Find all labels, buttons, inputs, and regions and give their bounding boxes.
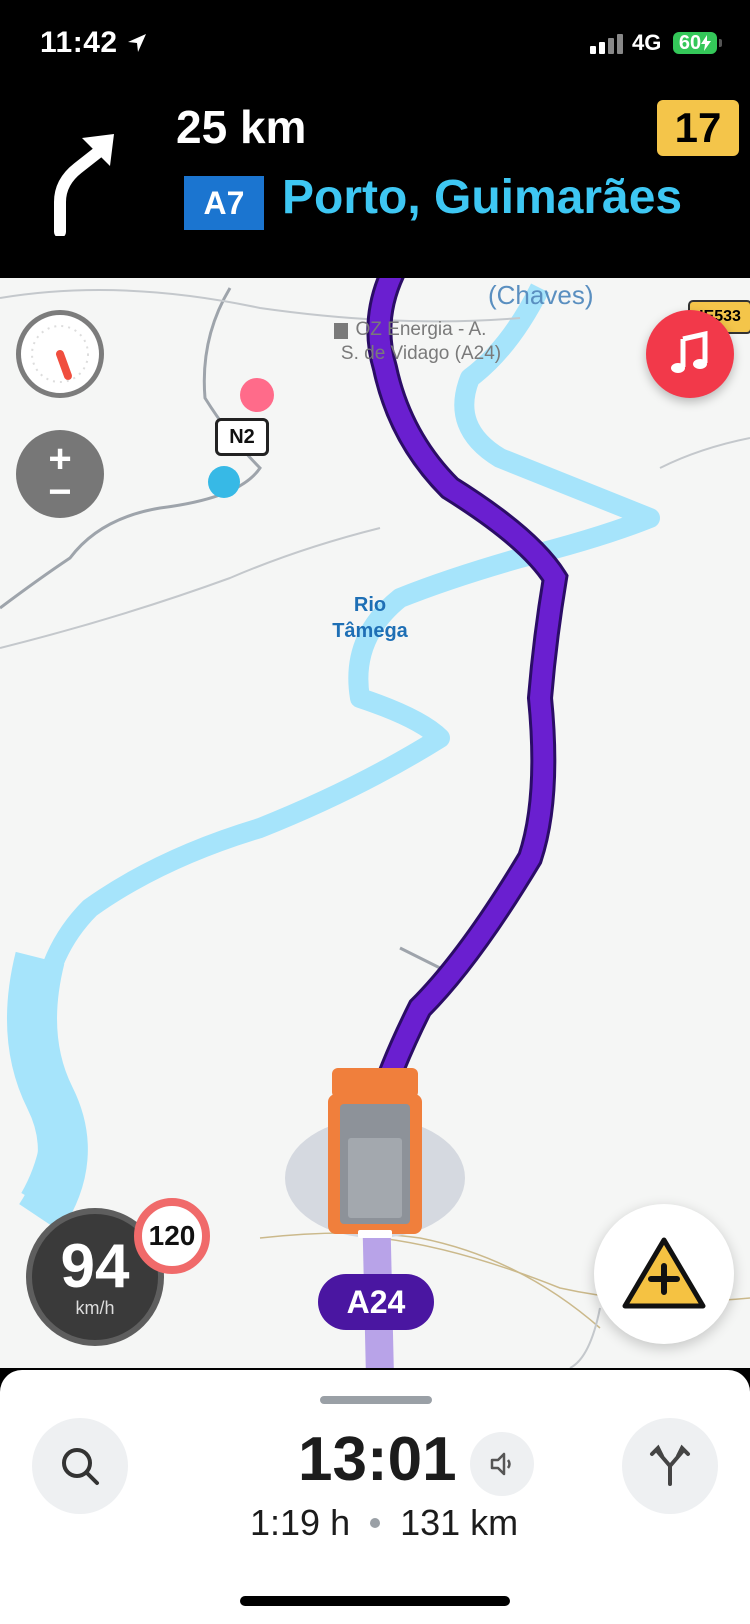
cellular-signal-icon <box>590 34 623 54</box>
speed-unit: km/h <box>75 1297 115 1318</box>
search-button[interactable] <box>32 1418 128 1514</box>
music-button[interactable] <box>646 310 734 398</box>
fuel-station-location: S. de Vidago (A24) <box>340 343 502 364</box>
speedometer-icon <box>30 324 90 384</box>
river-label-line-1: Rio <box>353 594 387 616</box>
distance-to-turn: 25 km <box>176 101 307 153</box>
trip-summary: 1:19 h 131 km <box>250 1502 518 1544</box>
fuel-station-name: OZ Energia - A. <box>355 319 487 340</box>
speaker-icon <box>490 1452 511 1476</box>
speed-limit-sign: 120 <box>134 1198 210 1274</box>
exit-number-badge: 17 <box>657 100 739 156</box>
destination-name: Porto, Guimarães <box>282 171 683 224</box>
speedometer-button[interactable] <box>16 310 104 398</box>
route-fork-icon <box>650 1444 690 1486</box>
map-view[interactable]: (Chaves) OZ Energia - A. S. de Vidago (A… <box>0 278 750 1368</box>
truck-vehicle-icon <box>328 1068 422 1238</box>
zoom-out-icon: − <box>48 470 72 514</box>
trip-distance: 131 km <box>400 1502 519 1543</box>
road-shield-n2: N2 <box>215 418 269 456</box>
report-button[interactable] <box>594 1204 734 1344</box>
home-area <box>0 1560 750 1624</box>
wazer-friend-icon[interactable] <box>208 466 240 498</box>
fuel-station-label[interactable]: OZ Energia - A. S. de Vidago (A24) <box>326 318 516 366</box>
sound-button[interactable] <box>470 1432 534 1496</box>
map-canvas[interactable] <box>0 278 750 1368</box>
music-note-icon <box>671 330 708 373</box>
location-arrow-icon <box>127 34 146 52</box>
clock: 11:42 <box>40 26 148 60</box>
network-type: 4G <box>632 30 662 55</box>
battery-icon: 60 <box>673 32 717 54</box>
search-icon <box>62 1448 99 1485</box>
arrival-time: 13:01 <box>298 1425 457 1494</box>
routes-button[interactable] <box>622 1418 718 1514</box>
battery-level: 60 <box>678 31 702 54</box>
battery-tip <box>719 39 722 47</box>
river-label: Rio Tâmega <box>320 592 420 644</box>
city-label: (Chaves) <box>488 280 594 310</box>
separator-dot <box>370 1518 381 1528</box>
panel-grabber[interactable] <box>320 1396 432 1404</box>
turn-right-arrow-icon <box>54 128 114 236</box>
river-label-line-2: Tâmega <box>332 620 408 642</box>
current-road-label: A24 <box>318 1274 434 1330</box>
wazer-emoji-icon[interactable] <box>240 378 274 412</box>
navigation-header[interactable]: 25 km A7 Porto, Guimarães 17 <box>0 92 750 278</box>
road-number-badge: A7 <box>184 176 264 230</box>
home-indicator[interactable] <box>240 1596 510 1606</box>
status-bar: 11:42 4G 60 <box>0 0 750 92</box>
trip-panel[interactable]: 13:01 1:19 h 131 km <box>0 1370 750 1560</box>
speed-value: 94 <box>60 1231 130 1301</box>
clock-time: 11:42 <box>40 26 118 59</box>
zoom-button[interactable]: + − <box>16 430 104 518</box>
report-hazard-icon <box>622 1237 706 1309</box>
trip-duration: 1:19 h <box>250 1502 351 1543</box>
